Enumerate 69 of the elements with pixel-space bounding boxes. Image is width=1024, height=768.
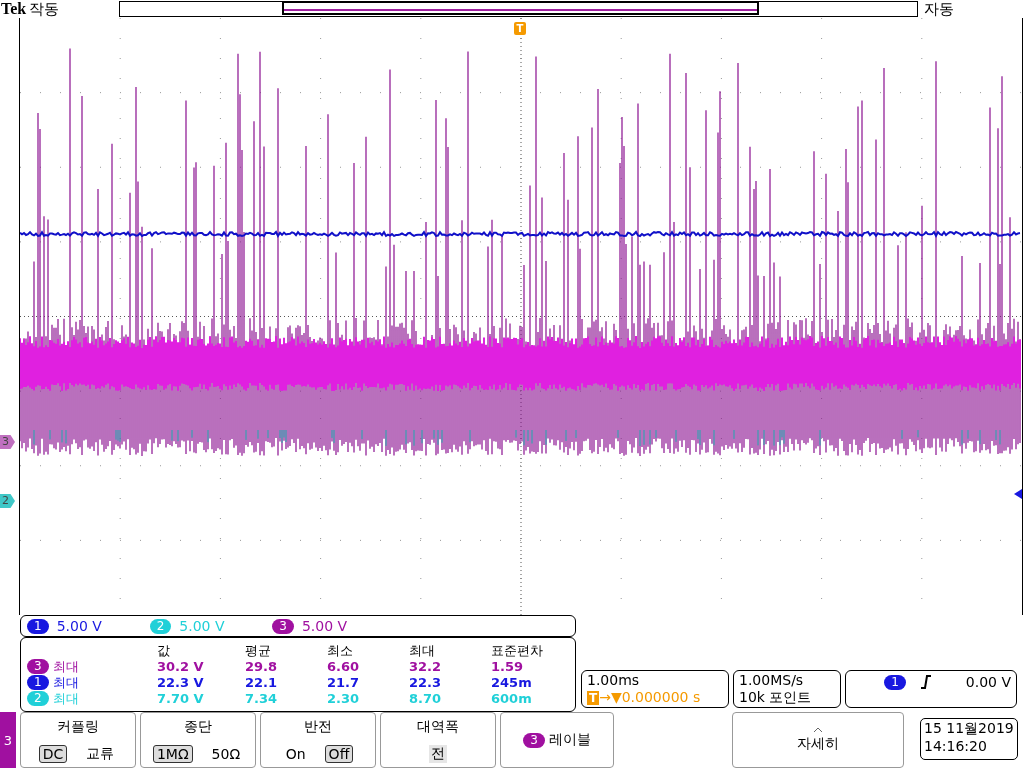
channel-tab[interactable]: 3 [0, 712, 16, 768]
option[interactable]: DC [38, 744, 68, 763]
measurement-type: 최대 [52, 690, 79, 707]
column-header: 표준편차 [491, 642, 544, 659]
menu-label: 커플링 [57, 717, 99, 736]
option[interactable]: Off [324, 744, 354, 763]
measurement-value: 30.2 V [157, 658, 205, 675]
measurement-value: 7.34 [245, 690, 279, 707]
date: 15 11월2019 [924, 719, 1014, 737]
ground-marker: 3 [0, 435, 15, 449]
channel-badge: 1 [27, 675, 49, 690]
menu-button[interactable]: 종단 1MΩ 50Ω [140, 712, 256, 768]
channel-badge: 3 [27, 659, 49, 674]
menu-label: 자세히 [797, 735, 839, 753]
more-button[interactable]: 자세히 [732, 712, 904, 768]
measurement-value: 8.70 [409, 690, 443, 707]
measurement-value: 245m [491, 674, 533, 691]
measurement-value: 22.3 [409, 674, 443, 691]
channel-badge: 3 [272, 618, 294, 634]
measurement-value: 2.30 [327, 690, 361, 707]
trigger-marker: T [587, 690, 600, 705]
measurement-value: 6.60 [327, 658, 361, 675]
channel-badge: 2 [27, 691, 49, 706]
trigger-position-marker: T [514, 22, 526, 35]
channel-scale: 5.00 V [56, 618, 103, 634]
channel-scale: 5.00 V [179, 618, 226, 634]
menu-label: 반전 [304, 717, 332, 736]
label-button[interactable]: 3 레이블 [500, 712, 614, 768]
menu-label: 종단 [184, 717, 212, 736]
trigger-level: 0.00 V [965, 673, 1011, 691]
option[interactable]: 50Ω [208, 745, 244, 762]
measurement-value: 21.7 [327, 674, 361, 691]
measurement-value: 22.3 V [157, 674, 205, 691]
menu-button[interactable]: 반전 On Off [260, 712, 376, 768]
time-scale: 1.00ms [587, 672, 641, 689]
measurement-value: 32.2 [409, 658, 443, 675]
channel-scale: 5.00 V [301, 618, 349, 634]
sample-rate: 1.00MS/s [739, 672, 805, 689]
record-length: 10k 포인트 [739, 689, 813, 706]
measurement-value: 22.1 [245, 674, 279, 691]
caret-up-icon [813, 727, 823, 733]
column-header: 값 [157, 642, 171, 659]
measurement-type: 최대 [52, 674, 79, 691]
offscreen-arrow-icon [1014, 489, 1022, 499]
menu-button[interactable]: 커플링 DC 교류 [20, 712, 136, 768]
menu-label: 대역폭 [417, 717, 459, 736]
channel-badge: 2 [149, 618, 172, 634]
ground-marker: 2 [0, 494, 15, 508]
measurement-value: 7.70 V [157, 690, 205, 707]
measurement-type: 최대 [52, 658, 79, 675]
column-header: 평균 [245, 642, 272, 659]
trigger-mode: 자동 [924, 0, 955, 19]
measurement-value: 600m [491, 690, 533, 707]
channel-badge: 1 [884, 674, 906, 690]
option[interactable]: 교류 [83, 744, 118, 763]
brand-logo: Tek [1, 0, 27, 18]
time: 14:16:20 [924, 737, 988, 755]
measurement-value: 29.8 [245, 658, 279, 675]
measurement-value: 1.59 [491, 658, 525, 675]
column-header: 최대 [409, 642, 436, 659]
trigger-position: →▼0.000000 s [599, 689, 701, 706]
option[interactable]: On [282, 745, 309, 762]
option[interactable]: 1MΩ [152, 744, 193, 763]
rising-edge-icon [919, 675, 932, 689]
menu-value: 전 [429, 744, 447, 763]
run-state: 작동 [29, 0, 61, 19]
channel-badge: 1 [27, 618, 49, 634]
menu-button[interactable]: 대역폭 전 [380, 712, 496, 768]
column-header: 최소 [327, 642, 354, 659]
